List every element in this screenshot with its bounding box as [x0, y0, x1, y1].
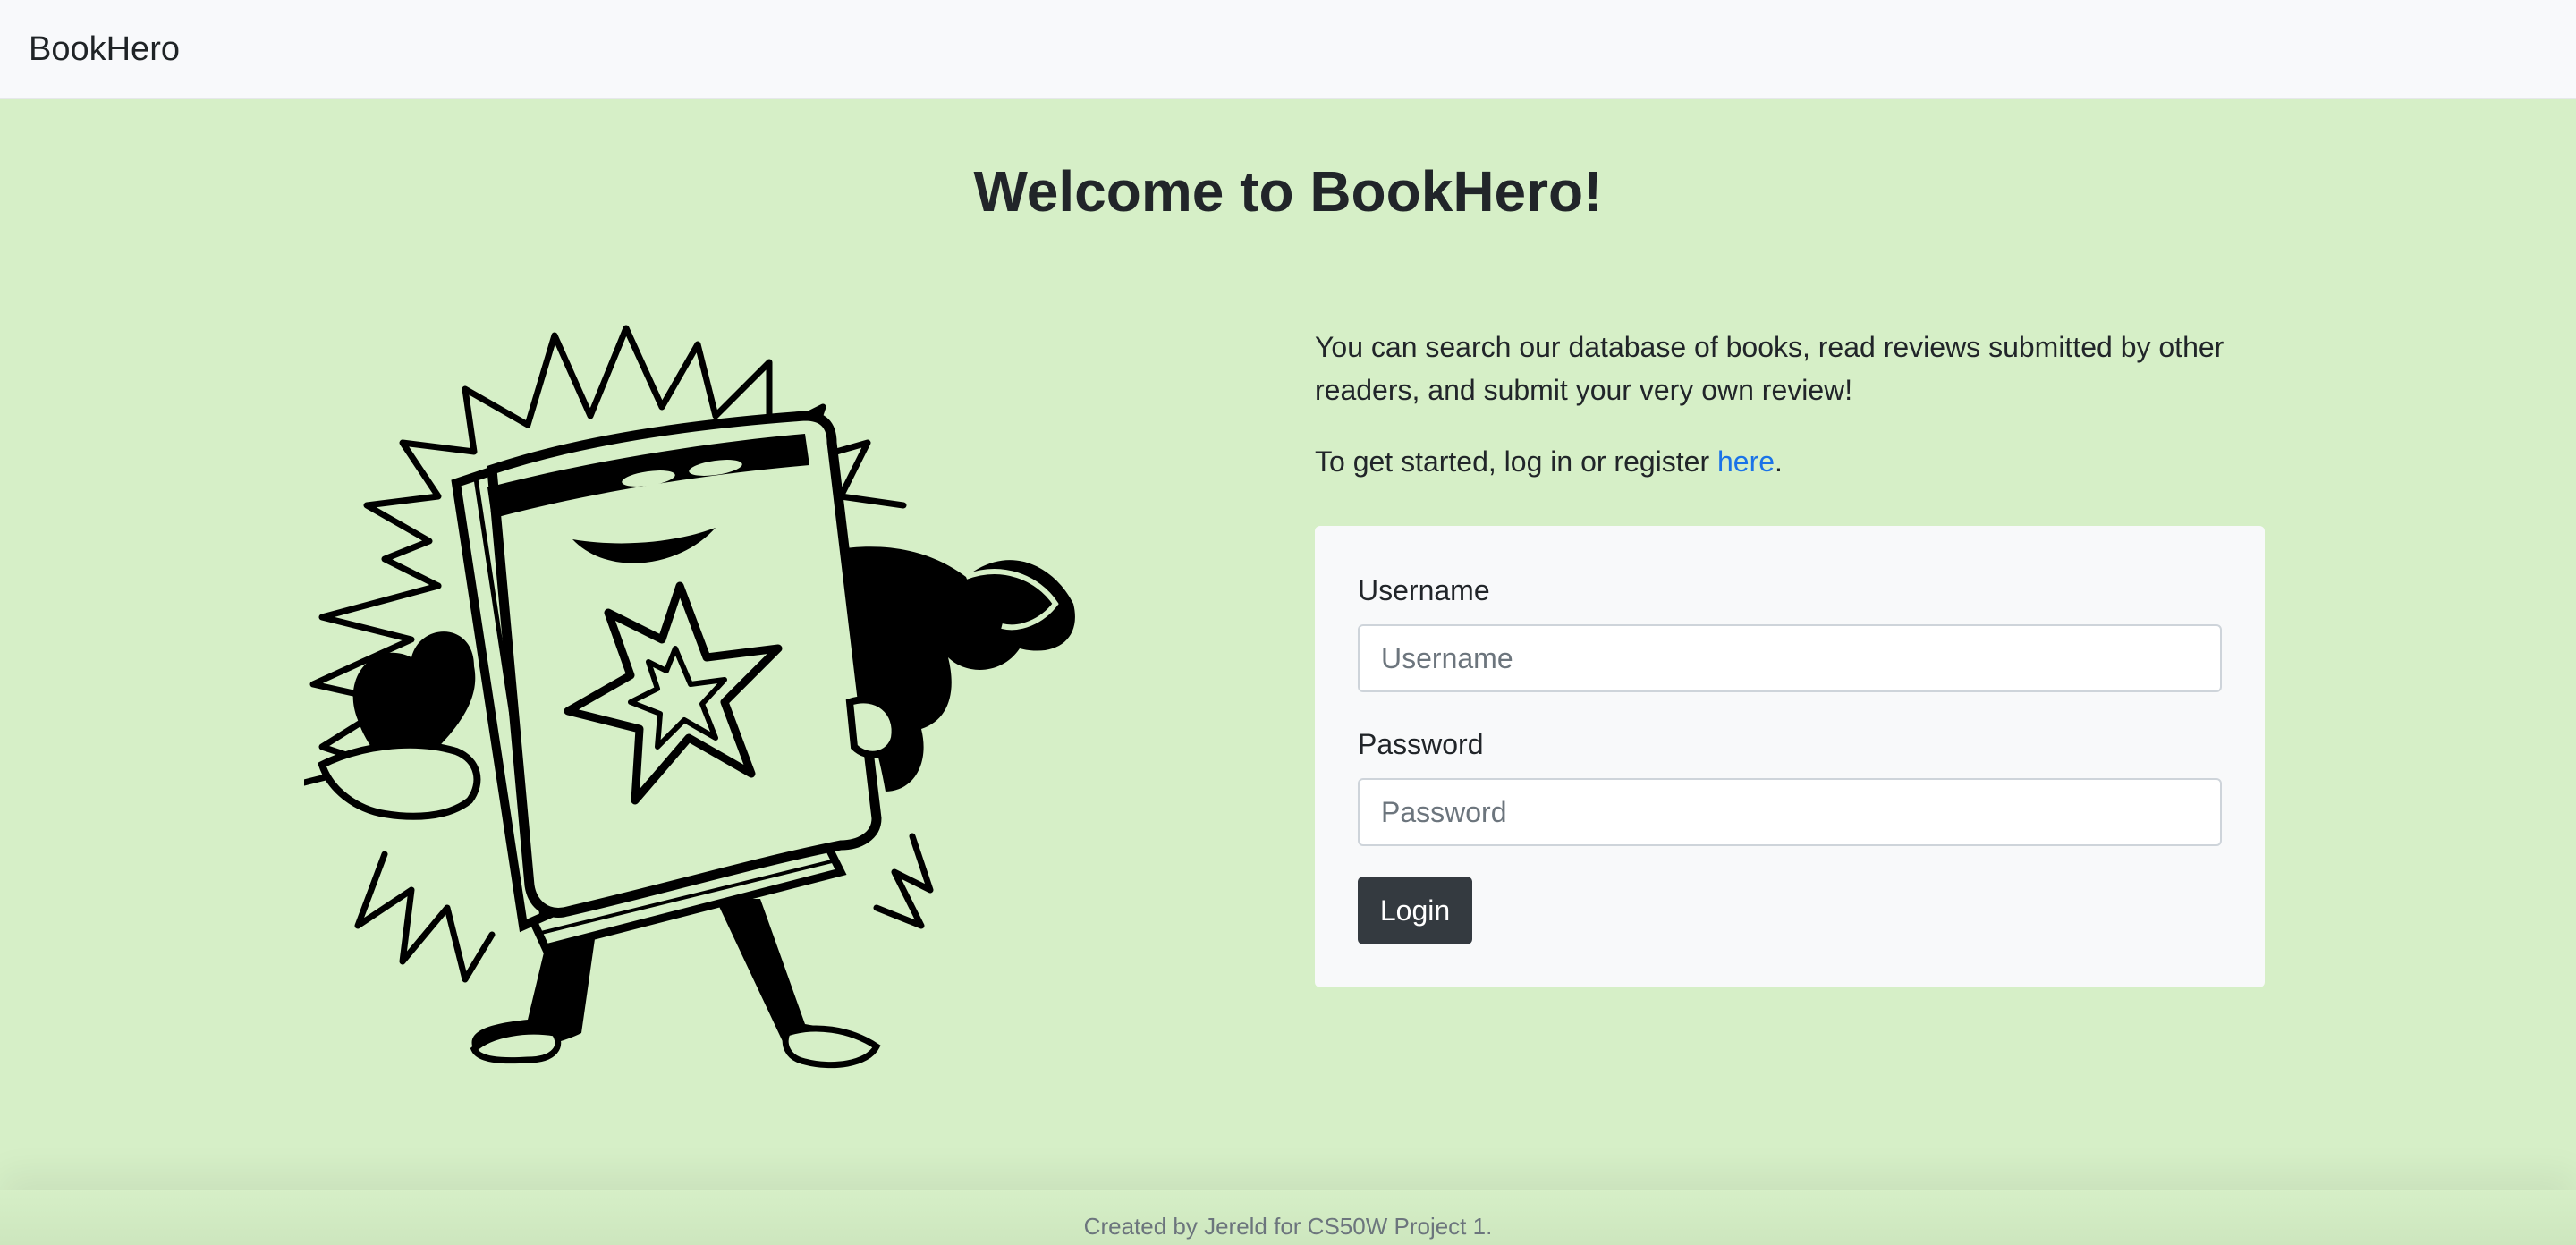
register-link[interactable]: here: [1717, 445, 1775, 478]
navbar: BookHero: [0, 0, 2576, 99]
page-title: Welcome to BookHero!: [973, 159, 1603, 224]
username-label: Username: [1358, 574, 1490, 606]
navbar-brand[interactable]: BookHero: [29, 27, 180, 72]
password-input[interactable]: [1358, 778, 2222, 846]
username-input[interactable]: [1358, 624, 2222, 692]
right-hand: [845, 696, 899, 758]
cta-prefix: To get started, log in or register: [1315, 445, 1717, 478]
burst-spikes-bottom: [354, 851, 496, 983]
login-card: Username Password Login: [1315, 526, 2265, 987]
burst-spikes-right: [873, 833, 934, 929]
footer-text: Created by Jereld for CS50W Project 1.: [1083, 1213, 1493, 1240]
footer: Created by Jereld for CS50W Project 1.: [0, 1190, 2576, 1245]
login-button[interactable]: Login: [1358, 877, 1472, 944]
intro-text: You can search our database of books, re…: [1315, 331, 2224, 406]
cta-suffix: .: [1775, 445, 1783, 478]
cta-text: To get started, log in or register here.: [1315, 440, 2245, 483]
password-label: Password: [1358, 728, 1484, 760]
book-hero-illustration: [304, 325, 1075, 1069]
